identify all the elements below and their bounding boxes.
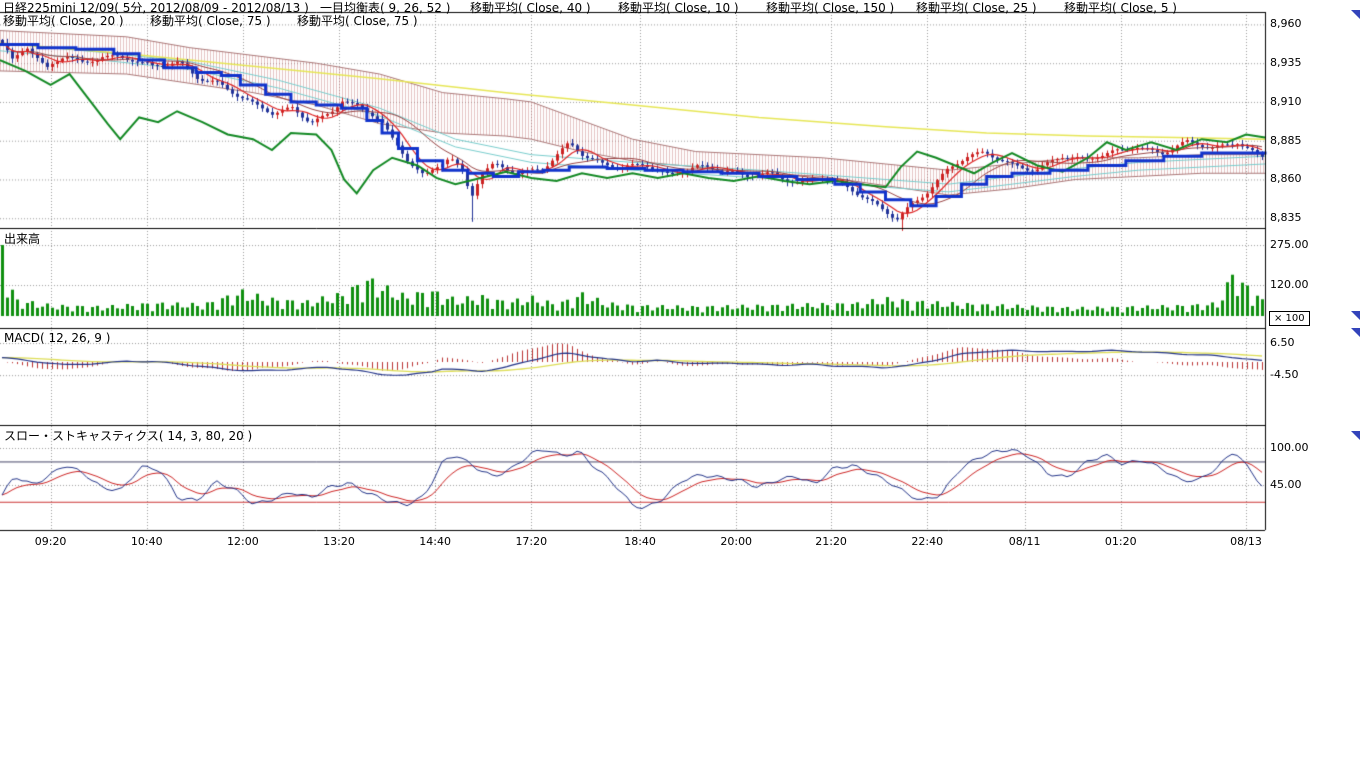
price-axis-label: 8,860: [1270, 172, 1302, 185]
time-axis-label: 08/13: [1223, 535, 1269, 548]
time-axis-label: 12:00: [220, 535, 266, 548]
chart-application: 日経225mini 12/09( 5分, 2012/08/09 - 2012/0…: [0, 0, 1366, 768]
indicator-label-ma75a: 移動平均( Close, 75 ): [150, 15, 271, 28]
panel-scroll-arrow-icon[interactable]: [1351, 431, 1360, 440]
stoch-axis-label: 45.00: [1270, 478, 1302, 491]
macd-axis-label: 6.50: [1270, 336, 1295, 349]
time-axis-label: 17:20: [508, 535, 554, 548]
indicator-label-ma20: 移動平均( Close, 20 ): [3, 15, 124, 28]
time-axis-label: 22:40: [904, 535, 950, 548]
time-axis-label: 01:20: [1098, 535, 1144, 548]
time-axis-label: 20:00: [713, 535, 759, 548]
time-axis-label: 10:40: [124, 535, 170, 548]
volume-axis-label: 275.00: [1270, 238, 1309, 251]
chart-canvas[interactable]: [0, 0, 1366, 560]
price-axis-label: 8,935: [1270, 56, 1302, 69]
panel-scroll-arrow-icon[interactable]: [1351, 10, 1360, 19]
volume-axis-label: 120.00: [1270, 278, 1309, 291]
time-axis-label: 14:40: [412, 535, 458, 548]
time-axis-label: 18:40: [617, 535, 663, 548]
volume-panel-label: 出来高: [4, 230, 40, 247]
price-axis-label: 8,960: [1270, 17, 1302, 30]
price-axis-label: 8,835: [1270, 211, 1302, 224]
panel-scroll-arrow-icon[interactable]: [1351, 311, 1360, 320]
price-axis-label: 8,910: [1270, 95, 1302, 108]
macd-axis-label: -4.50: [1270, 368, 1298, 381]
price-axis-label: 8,885: [1270, 134, 1302, 147]
indicator-label-ma5: 移動平均( Close, 5 ): [1064, 2, 1177, 15]
time-axis-label: 21:20: [808, 535, 854, 548]
indicator-label-ma40: 移動平均( Close, 40 ): [470, 2, 591, 15]
time-axis-label: 09:20: [28, 535, 74, 548]
stoch-axis-label: 100.00: [1270, 441, 1309, 454]
macd-panel-label: MACD( 12, 26, 9 ): [4, 331, 110, 345]
indicator-label-ma75b: 移動平均( Close, 75 ): [297, 15, 418, 28]
indicator-label-ma10: 移動平均( Close, 10 ): [618, 2, 739, 15]
time-axis-label: 08/11: [1002, 535, 1048, 548]
indicator-label-ma25: 移動平均( Close, 25 ): [916, 2, 1037, 15]
stoch-panel-label: スロー・ストキャスティクス( 14, 3, 80, 20 ): [4, 427, 252, 444]
indicator-label-ma150: 移動平均( Close, 150 ): [766, 2, 894, 15]
panel-scroll-arrow-icon[interactable]: [1351, 328, 1360, 337]
volume-multiplier-badge: × 100: [1269, 311, 1310, 326]
time-axis-label: 13:20: [316, 535, 362, 548]
